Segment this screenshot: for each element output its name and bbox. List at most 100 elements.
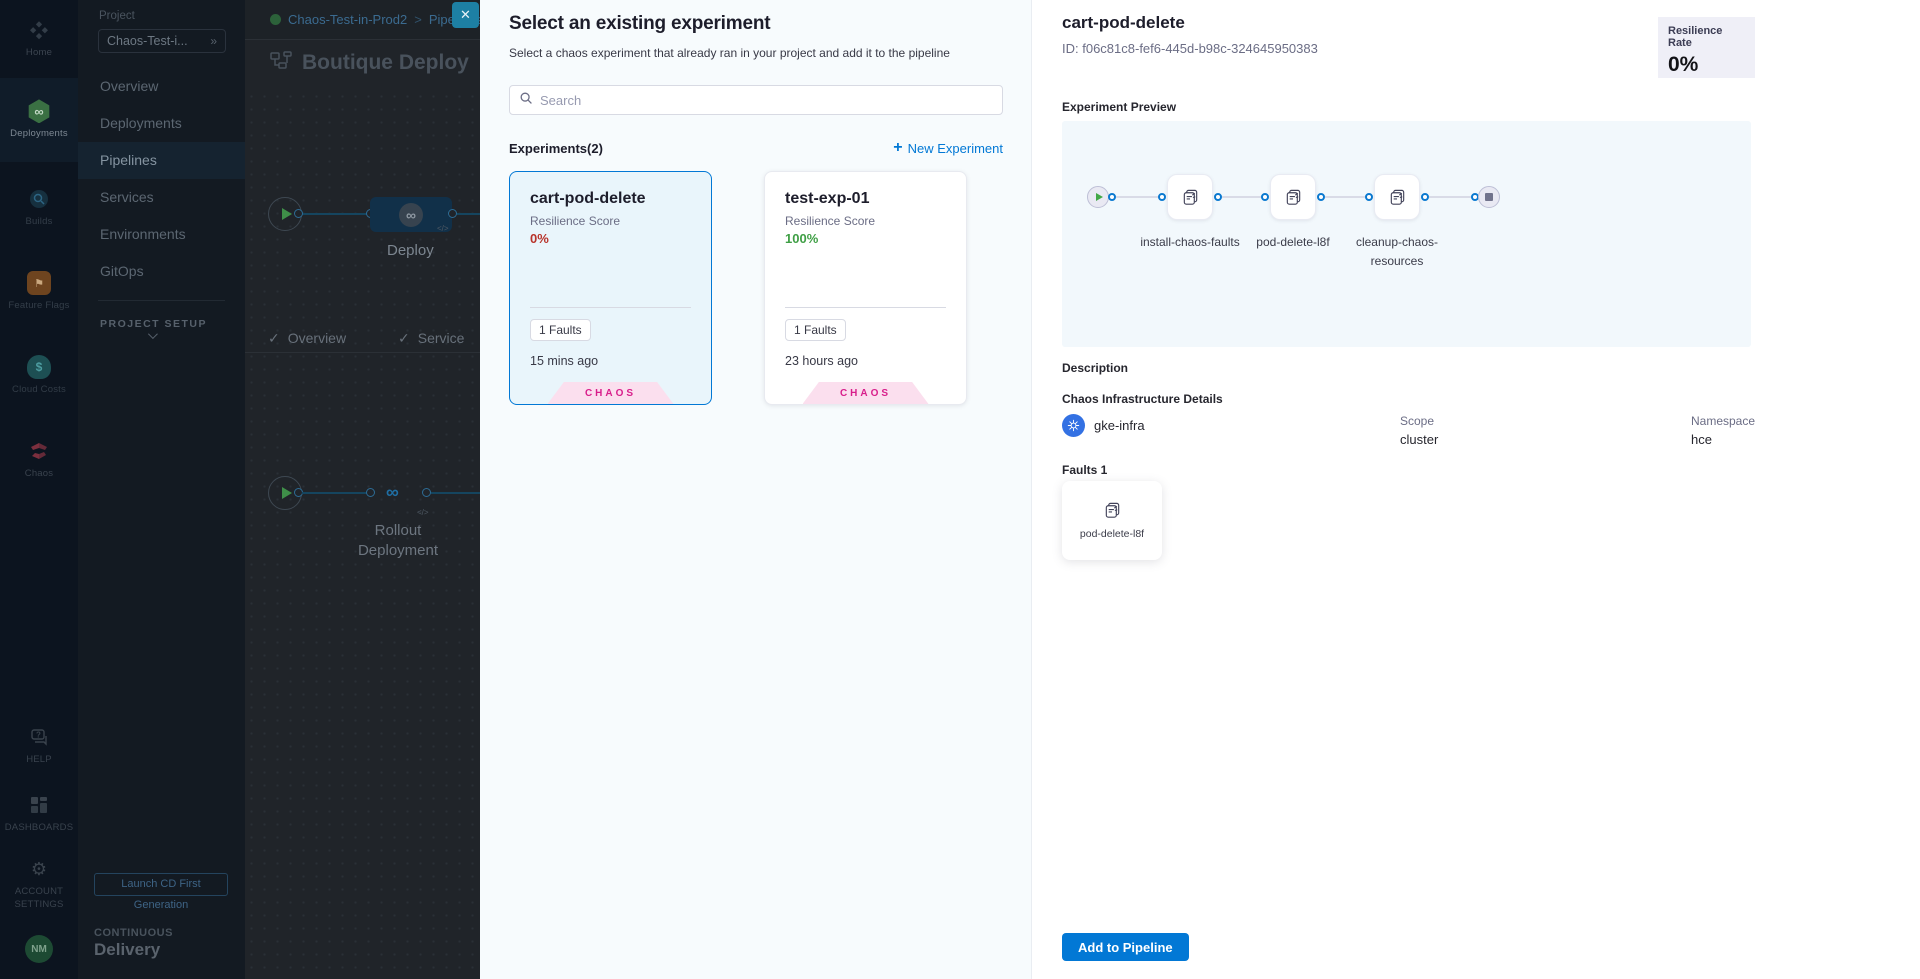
- modal-subtitle: Select a chaos experiment that already r…: [509, 46, 950, 60]
- preview-node-label: install-chaos-faults: [1135, 233, 1245, 252]
- page-title: Boutique Deploy: [302, 51, 469, 75]
- module-nav: Home ∞ Deployments Builds ⚑ Feature Flag…: [0, 0, 78, 979]
- pipeline-icon: [270, 50, 292, 75]
- stage-label: Deploy: [387, 242, 434, 259]
- experiment-details-pane: cart-pod-delete ID: f06c81c8-fef6-445d-b…: [1032, 0, 1920, 979]
- nav-item-dashboards[interactable]: DASHBOARDS: [0, 788, 78, 840]
- play-icon: [1096, 193, 1103, 201]
- namespace-field: Namespace hce: [1691, 414, 1755, 447]
- modal-title: Select an existing experiment: [509, 13, 770, 35]
- search-icon: [519, 91, 533, 110]
- resilience-rate-value: 0%: [1668, 53, 1745, 77]
- sidebar-item-services[interactable]: Services: [78, 179, 245, 216]
- step-icon: [1284, 188, 1303, 207]
- fault-name: pod-delete-l8f: [1080, 528, 1144, 540]
- chaos-ribbon: CHAOS: [803, 382, 929, 404]
- experiment-card-test-exp-01[interactable]: test-exp-01 Resilience Score 100% 1 Faul…: [764, 171, 967, 405]
- sidebar-item-environments[interactable]: Environments: [78, 216, 245, 253]
- nav-label: Builds: [25, 216, 52, 228]
- nav-item-help[interactable]: ? HELP: [0, 720, 78, 772]
- experiment-select-pane: Select an existing experiment Select a c…: [480, 0, 1032, 979]
- sidebar-item-pipelines[interactable]: Pipelines: [78, 142, 245, 179]
- brand-delivery: Delivery: [94, 940, 160, 960]
- connector-dot: [1108, 193, 1116, 201]
- fault-icon: [1103, 501, 1122, 520]
- project-selector[interactable]: Chaos-Test-i... »: [98, 29, 226, 53]
- search-input[interactable]: [540, 93, 993, 108]
- modal-close-button[interactable]: ✕: [452, 2, 479, 28]
- nav-item-deployments[interactable]: ∞ Deployments: [0, 78, 78, 162]
- connector-dot: [294, 209, 303, 218]
- experiment-detail-name: cart-pod-delete: [1062, 13, 1185, 33]
- chaos-ribbon: CHAOS: [548, 382, 674, 404]
- nav-item-cloud-costs[interactable]: $ Cloud Costs: [0, 338, 78, 414]
- user-avatar[interactable]: NM: [0, 932, 78, 966]
- project-dot-icon: [270, 14, 281, 25]
- nav-label: Cloud Costs: [12, 384, 66, 396]
- nav-item-account-settings[interactable]: ⚙ ACCOUNT SETTINGS: [0, 852, 78, 916]
- preview-node-pod-delete-l8f[interactable]: [1270, 174, 1316, 220]
- breadcrumb-sep: >: [414, 12, 422, 27]
- scope-label: Scope: [1400, 414, 1438, 428]
- experiments-list-header: Experiments(2) + New Experiment: [509, 140, 1003, 156]
- fault-card-pod-delete-l8f[interactable]: pod-delete-l8f: [1062, 481, 1162, 560]
- new-experiment-link[interactable]: + New Experiment: [893, 140, 1003, 156]
- nav-item-home[interactable]: Home: [0, 8, 78, 70]
- nav-label: Feature Flags: [8, 300, 69, 312]
- feature-flags-icon: ⚑: [27, 271, 51, 295]
- plus-icon: +: [893, 140, 902, 156]
- tab-overview[interactable]: ✓Overview: [268, 330, 346, 347]
- nav-label: ACCOUNT SETTINGS: [9, 886, 69, 911]
- nav-item-feature-flags[interactable]: ⚑ Feature Flags: [0, 254, 78, 330]
- project-sidebar: Project Chaos-Test-i... » Overview Deplo…: [78, 0, 245, 979]
- home-icon: [27, 18, 51, 42]
- faults-badge: 1 Faults: [785, 319, 846, 341]
- brand-continuous: CONTINUOUS: [94, 927, 173, 939]
- close-icon: ✕: [460, 7, 471, 23]
- connector-dot: [1365, 193, 1373, 201]
- last-run-time: 23 hours ago: [785, 354, 858, 368]
- last-run-time: 15 mins ago: [530, 354, 598, 368]
- sidebar-item-overview[interactable]: Overview: [78, 68, 245, 105]
- resilience-score-label: Resilience Score: [530, 214, 620, 228]
- tab-label: Overview: [288, 330, 346, 346]
- play-icon: [282, 487, 292, 499]
- sidebar-item-deployments[interactable]: Deployments: [78, 105, 245, 142]
- resilience-score-label: Resilience Score: [785, 214, 875, 228]
- rollout-label-1: Rollout: [338, 522, 458, 539]
- nav-label: DASHBOARDS: [5, 822, 74, 834]
- preview-node-install-chaos-faults[interactable]: [1167, 174, 1213, 220]
- preview-node-cleanup-chaos-resources[interactable]: [1374, 174, 1420, 220]
- project-setup-label: PROJECT SETUP: [100, 318, 207, 330]
- connector-line: [1116, 196, 1159, 198]
- faults-count-label: Faults 1: [1062, 463, 1107, 477]
- nav-item-chaos[interactable]: Chaos: [0, 422, 78, 498]
- check-icon: ✓: [398, 330, 410, 346]
- scope-field: Scope cluster: [1400, 414, 1438, 447]
- deployments-icon: ∞: [27, 99, 51, 123]
- description-label: Description: [1062, 361, 1128, 375]
- connector-dot: [1214, 193, 1222, 201]
- connector-line: [302, 213, 372, 215]
- resilience-score-value: 100%: [785, 231, 818, 246]
- connector-line: [1429, 196, 1472, 198]
- nav-item-builds[interactable]: Builds: [0, 170, 78, 246]
- preview-start-node: [1087, 186, 1109, 208]
- connector-dot: [422, 488, 431, 497]
- launch-cd-first-gen-button[interactable]: Launch CD First Generation: [94, 873, 228, 896]
- sidebar-item-gitops[interactable]: GitOps: [78, 253, 245, 290]
- add-to-pipeline-button[interactable]: Add to Pipeline: [1062, 933, 1189, 961]
- resilience-rate-box: Resilience Rate 0%: [1658, 17, 1755, 78]
- connector-dot: [448, 209, 457, 218]
- tab-service[interactable]: ✓Service: [398, 330, 464, 347]
- experiment-card-cart-pod-delete[interactable]: cart-pod-delete Resilience Score 0% 1 Fa…: [509, 171, 712, 405]
- rollout-step-icon[interactable]: ∞: [386, 482, 399, 503]
- help-icon: ?: [27, 725, 51, 749]
- project-setup-toggle[interactable]: PROJECT SETUP: [100, 318, 245, 342]
- project-label: Project: [99, 10, 135, 22]
- breadcrumb-project[interactable]: Chaos-Test-in-Prod2: [288, 12, 407, 27]
- avatar: NM: [25, 935, 53, 963]
- gear-icon: ⚙: [27, 857, 51, 881]
- resilience-rate-label: Resilience Rate: [1668, 25, 1745, 49]
- chevron-right-icon: »: [210, 34, 217, 48]
